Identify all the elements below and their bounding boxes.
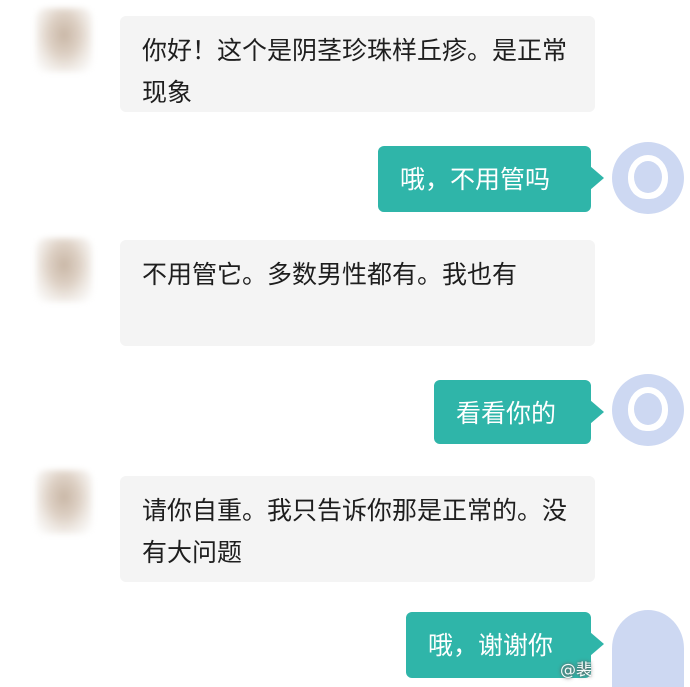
user-avatar-icon[interactable] — [612, 142, 684, 214]
message-text: 哦，不用管吗 — [400, 165, 551, 194]
message-bubble-received: 请你自重。我只告诉你那是正常的。没有大问题 — [120, 476, 595, 582]
user-avatar-icon[interactable] — [612, 374, 684, 446]
message-bubble-received: 你好！这个是阴茎珍珠样丘疹。是正常现象 — [120, 16, 595, 112]
message-bubble-received: 不用管它。多数男性都有。我也有 — [120, 240, 595, 346]
contact-avatar[interactable] — [36, 470, 92, 534]
message-text: 看看你的 — [456, 399, 557, 428]
message-bubble-sent: 看看你的 — [434, 380, 604, 444]
message-text: 哦，谢谢你 — [428, 631, 554, 660]
message-text: 你好！这个是阴茎珍珠样丘疹。是正常现象 — [142, 36, 568, 107]
contact-avatar[interactable] — [36, 238, 92, 302]
user-avatar-icon[interactable] — [612, 610, 684, 687]
watermark: @裴 — [560, 660, 593, 679]
message-text: 请你自重。我只告诉你那是正常的。没有大问题 — [142, 496, 568, 567]
message-bubble-sent: 哦，不用管吗 — [378, 146, 604, 212]
message-text: 不用管它。多数男性都有。我也有 — [142, 260, 518, 289]
contact-avatar[interactable] — [36, 8, 92, 72]
